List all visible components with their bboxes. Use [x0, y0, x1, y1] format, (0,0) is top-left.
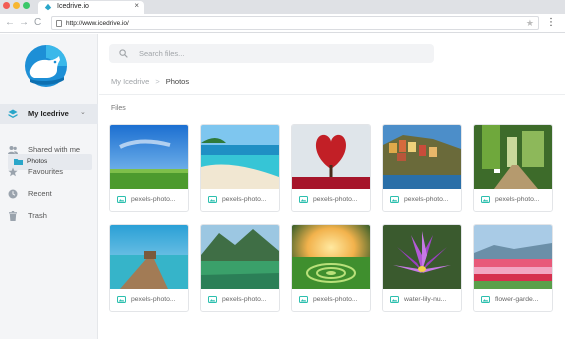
browser-toolbar: ← → C http://www.icedrive.io/ ★ ⋮: [0, 14, 565, 33]
file-card[interactable]: water-lily-nu...: [382, 224, 462, 312]
icedrive-logo[interactable]: [24, 44, 68, 88]
file-card[interactable]: pexels-photo...: [473, 124, 553, 212]
image-file-icon: [299, 296, 308, 303]
sidebar-item-shared-with-me[interactable]: Shared with me: [0, 140, 98, 160]
bookmark-star-icon[interactable]: ★: [526, 17, 534, 29]
breadcrumb: My Icedrive > Photos: [111, 76, 189, 88]
file-card[interactable]: pexels-photo...: [200, 124, 280, 212]
clock-icon: [8, 189, 18, 199]
file-name: flower-garde...: [495, 296, 539, 303]
maximize-window-button[interactable]: [23, 2, 30, 9]
file-name: pexels-photo...: [222, 296, 267, 303]
file-thumbnail: [474, 125, 552, 189]
file-name: pexels-photo...: [495, 196, 540, 203]
search-input[interactable]: Search files...: [109, 44, 434, 63]
close-window-button[interactable]: [3, 2, 10, 9]
file-name: pexels-photo...: [313, 196, 358, 203]
divider: [99, 94, 565, 95]
file-card[interactable]: flower-garde...: [473, 224, 553, 312]
file-name: pexels-photo...: [131, 296, 176, 303]
sidebar-item-label: Favourites: [28, 167, 64, 176]
browser-tab[interactable]: Icedrive.io ×: [38, 1, 144, 14]
file-name: pexels-photo...: [222, 196, 267, 203]
file-thumbnail: [292, 225, 370, 289]
search-icon: [119, 49, 128, 58]
file-thumbnail: [110, 125, 188, 189]
image-file-icon: [208, 196, 217, 203]
main-content: Search files... My Icedrive > Photos Files…: [99, 34, 565, 339]
sidebar-item-label: Shared with me: [28, 145, 81, 154]
sidebar-item-recent[interactable]: Recent: [0, 184, 98, 204]
sidebar-item-label: Recent: [28, 189, 52, 198]
file-name: pexels-photo...: [313, 296, 358, 303]
file-card[interactable]: pexels-photo...: [109, 224, 189, 312]
breadcrumb-current: Photos: [165, 77, 190, 86]
image-file-icon: [390, 296, 399, 303]
file-card[interactable]: pexels-photo...: [109, 124, 189, 212]
breadcrumb-separator: >: [155, 77, 160, 86]
file-thumbnail: [474, 225, 552, 289]
star-icon: [8, 167, 18, 177]
sidebar-item-trash[interactable]: Trash: [0, 206, 98, 226]
image-file-icon: [481, 296, 490, 303]
section-label: Files: [111, 105, 126, 112]
image-file-icon: [299, 196, 308, 203]
people-icon: [8, 146, 18, 154]
file-card[interactable]: pexels-photo...: [291, 224, 371, 312]
minimize-window-button[interactable]: [13, 2, 20, 9]
file-name: pexels-photo...: [131, 196, 176, 203]
layers-icon: [8, 109, 18, 118]
file-thumbnail: [201, 225, 279, 289]
back-button[interactable]: ←: [5, 16, 15, 30]
tab-title: Icedrive.io: [57, 3, 89, 10]
page-icon: [56, 20, 62, 27]
browser-menu-icon[interactable]: ⋮: [546, 18, 556, 28]
image-file-icon: [117, 196, 126, 203]
file-name: pexels-photo...: [404, 196, 449, 203]
search-placeholder: Search files...: [139, 49, 185, 58]
chevron-down-icon[interactable]: ⌄: [80, 108, 86, 118]
address-bar[interactable]: http://www.icedrive.io/ ★: [51, 16, 539, 30]
file-thumbnail: [201, 125, 279, 189]
file-card[interactable]: pexels-photo...: [291, 124, 371, 212]
sidebar: My Icedrive ⌄ Photos Shared with me Favo…: [0, 34, 98, 339]
file-thumbnail: [110, 225, 188, 289]
trash-icon: [9, 211, 17, 221]
image-file-icon: [481, 196, 490, 203]
browser-tab-bar: Icedrive.io ×: [0, 0, 565, 14]
breadcrumb-root[interactable]: My Icedrive: [111, 77, 149, 86]
sidebar-item-my-icedrive[interactable]: My Icedrive ⌄: [0, 104, 98, 124]
file-card[interactable]: pexels-photo...: [382, 124, 462, 212]
file-thumbnail: [292, 125, 370, 189]
reload-button[interactable]: C: [34, 16, 41, 30]
file-thumbnail: [383, 125, 461, 189]
address-url[interactable]: http://www.icedrive.io/: [66, 18, 129, 29]
file-card[interactable]: pexels-photo...: [200, 224, 280, 312]
image-file-icon: [390, 196, 399, 203]
file-name: water-lily-nu...: [404, 296, 447, 303]
sidebar-item-favourites[interactable]: Favourites: [0, 162, 98, 182]
image-file-icon: [117, 296, 126, 303]
image-file-icon: [208, 296, 217, 303]
file-thumbnail: [383, 225, 461, 289]
sidebar-item-label: Trash: [28, 211, 47, 220]
sidebar-item-label: My Icedrive: [28, 109, 69, 118]
tab-close-icon[interactable]: ×: [134, 1, 139, 11]
forward-button[interactable]: →: [19, 16, 29, 30]
icedrive-favicon-icon: [44, 3, 52, 11]
